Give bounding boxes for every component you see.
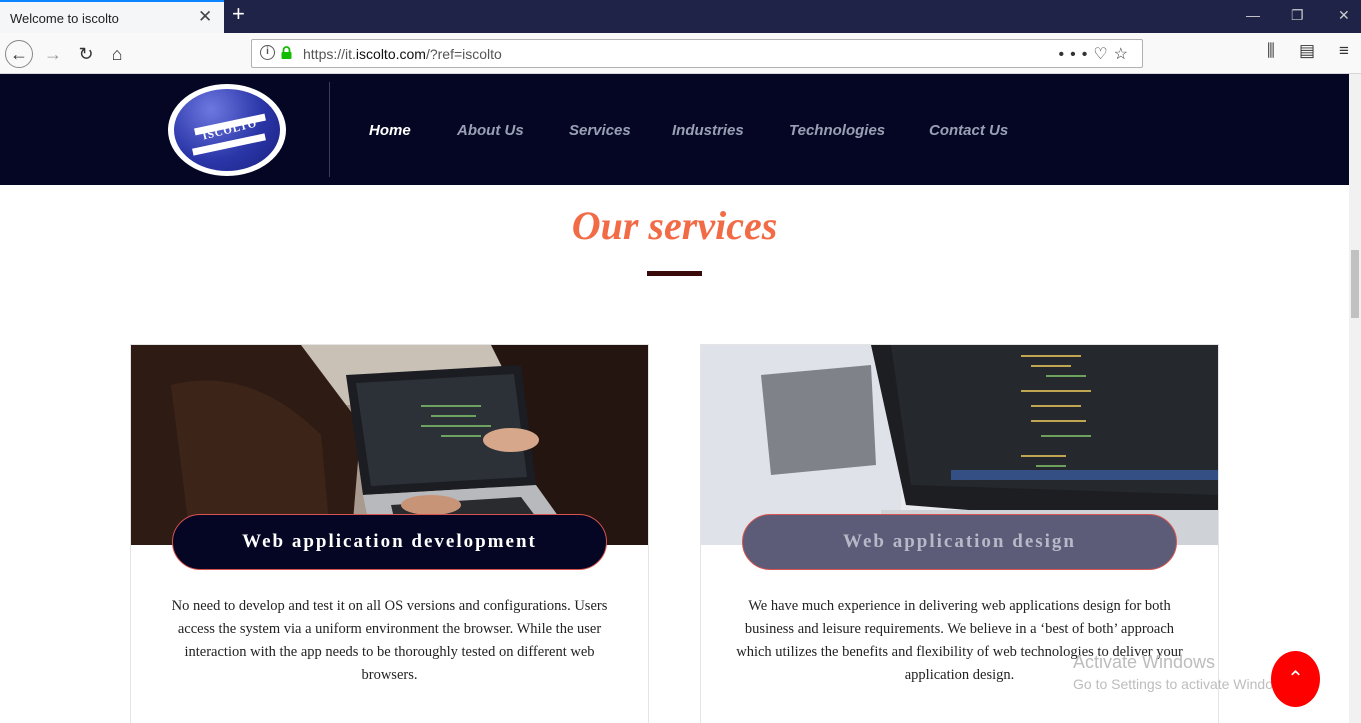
pocket-icon[interactable]: ♡ [1093,46,1113,63]
site-logo[interactable]: ISCOLTO [168,84,286,176]
activate-windows-title: Activate Windows [1073,652,1216,672]
back-icon[interactable]: ← [5,40,33,68]
service-description: We have much experience in delivering we… [736,598,1183,683]
info-icon[interactable]: i [260,45,275,60]
service-title-button[interactable]: Web application development [172,514,607,570]
page-scrollbar-thumb[interactable] [1351,250,1359,318]
chevron-up-icon: ⌃ [1287,668,1304,690]
url-suffix: /?ref=iscolto [425,46,502,62]
service-description: No need to develop and test it on all OS… [171,598,608,683]
browser-titlebar: Welcome to iscolto ✕ + — ❐ ✕ [0,0,1361,33]
browser-tab[interactable]: Welcome to iscolto ✕ [0,0,224,33]
nav-about-us[interactable]: About Us [457,122,524,139]
nav-industries[interactable]: Industries [672,122,744,139]
page-scrollbar-track[interactable] [1349,74,1361,723]
more-actions-icon[interactable]: ••• [1059,46,1094,63]
menu-icon[interactable]: ≡ [1339,41,1349,61]
new-tab-icon[interactable]: + [232,3,245,25]
site-header: ISCOLTO Home About Us Services Industrie… [0,74,1349,185]
url-prefix: https://it. [303,46,356,62]
nav-contact-us[interactable]: Contact Us [929,122,1008,139]
restore-icon[interactable]: ❐ [1291,7,1304,24]
tab-title: Welcome to iscolto [10,11,119,26]
nav-services[interactable]: Services [569,122,631,139]
scroll-to-top-button[interactable]: ⌃ [1271,651,1320,707]
bookmark-star-icon[interactable]: ☆ [1114,46,1134,63]
reload-icon[interactable]: ↻ [72,40,100,68]
url-host: iscolto.com [355,46,426,62]
nav-home[interactable]: Home [369,122,411,139]
heading-underline [647,271,702,276]
logo-emblem: ISCOLTO [174,89,280,171]
service-card: Web application development No need to d… [130,344,649,723]
home-icon[interactable]: ⌂ [103,40,131,68]
web-page: ISCOLTO Home About Us Services Industrie… [0,74,1349,723]
url-text: https://it.iscolto.com/?ref=iscolto [303,46,502,62]
close-window-icon[interactable]: ✕ [1338,7,1350,24]
service-title-button[interactable]: Web application design [742,514,1177,570]
close-tab-icon[interactable]: ✕ [198,8,212,25]
browser-navbar: ← → ↻ ⌂ i https://it.iscolto.com/?ref=is… [0,33,1361,74]
sidebar-icon[interactable]: ▤ [1299,41,1315,61]
library-icon[interactable]: ⫼ [1267,41,1275,61]
url-bar[interactable]: i https://it.iscolto.com/?ref=iscolto ••… [251,39,1143,68]
activate-windows-subtitle: Go to Settings to activate Windows. [1073,676,1294,692]
lock-icon [281,46,292,59]
nav-technologies[interactable]: Technologies [789,122,885,139]
section-heading: Our services [571,203,778,248]
forward-icon[interactable]: → [39,40,67,68]
header-divider [329,82,330,177]
minimize-icon[interactable]: — [1246,7,1260,23]
page-actions: •••♡☆ [1059,44,1135,64]
